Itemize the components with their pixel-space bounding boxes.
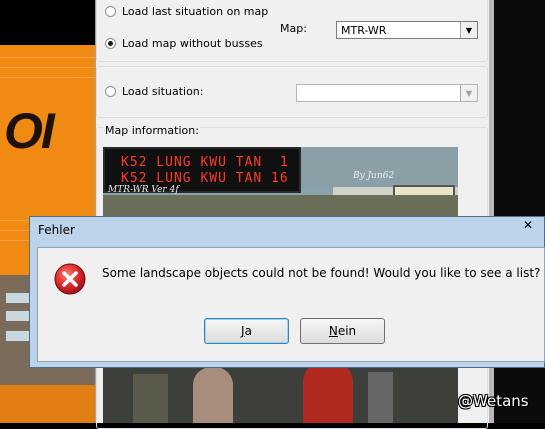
radio-label: Load last situation on map bbox=[122, 5, 269, 18]
close-icon[interactable]: ✕ bbox=[516, 217, 540, 233]
preview-sign-right: By Jun62 bbox=[353, 171, 395, 181]
led-line-2: K52 LUNG KWU TAN 16 bbox=[121, 171, 289, 186]
radio-button[interactable] bbox=[105, 6, 116, 17]
dialog-message: Some landscape objects could not be foun… bbox=[102, 266, 541, 280]
radio-load-without-busses[interactable]: Load map without busses bbox=[105, 37, 263, 50]
radio-load-last-situation[interactable]: Load last situation on map bbox=[105, 5, 268, 18]
map-information-label: Map information: bbox=[104, 124, 200, 137]
radio-button-selected[interactable] bbox=[105, 38, 116, 49]
preview-people bbox=[103, 362, 458, 423]
error-dialog: Fehler ✕ Some landscape objects could no… bbox=[29, 216, 545, 368]
yes-button[interactable]: Ja bbox=[204, 318, 289, 344]
no-button[interactable]: Nein bbox=[300, 318, 385, 344]
radio-load-situation[interactable]: Load situation: bbox=[105, 85, 203, 98]
error-icon bbox=[54, 263, 86, 295]
radio-button[interactable] bbox=[105, 86, 116, 97]
background-logo: OI bbox=[4, 103, 55, 159]
dialog-body: Some landscape objects could not be foun… bbox=[37, 247, 545, 362]
chevron-down-icon[interactable]: ▼ bbox=[460, 22, 477, 38]
watermark: @Wetans bbox=[458, 392, 529, 410]
map-select-value: MTR-WR bbox=[341, 23, 387, 37]
led-line-1: K52 LUNG KWU TAN 1 bbox=[121, 155, 289, 170]
no-mnemonic: N bbox=[328, 324, 338, 338]
background-top bbox=[0, 0, 95, 45]
map-select[interactable]: MTR-WR ▼ bbox=[336, 21, 478, 39]
yes-label-rest: a bbox=[244, 324, 252, 338]
situation-select[interactable]: ▼ bbox=[296, 84, 478, 102]
dialog-title: Fehler bbox=[38, 223, 75, 237]
no-label-rest: ein bbox=[337, 324, 357, 338]
background-orange-bottom bbox=[0, 385, 95, 423]
radio-label: Load map without busses bbox=[122, 37, 263, 50]
radio-label: Load situation: bbox=[122, 85, 204, 98]
preview-sign-left: MTR-WR Ver 4f bbox=[108, 185, 179, 195]
chevron-down-icon[interactable]: ▼ bbox=[460, 85, 477, 101]
map-label: Map: bbox=[280, 22, 307, 35]
